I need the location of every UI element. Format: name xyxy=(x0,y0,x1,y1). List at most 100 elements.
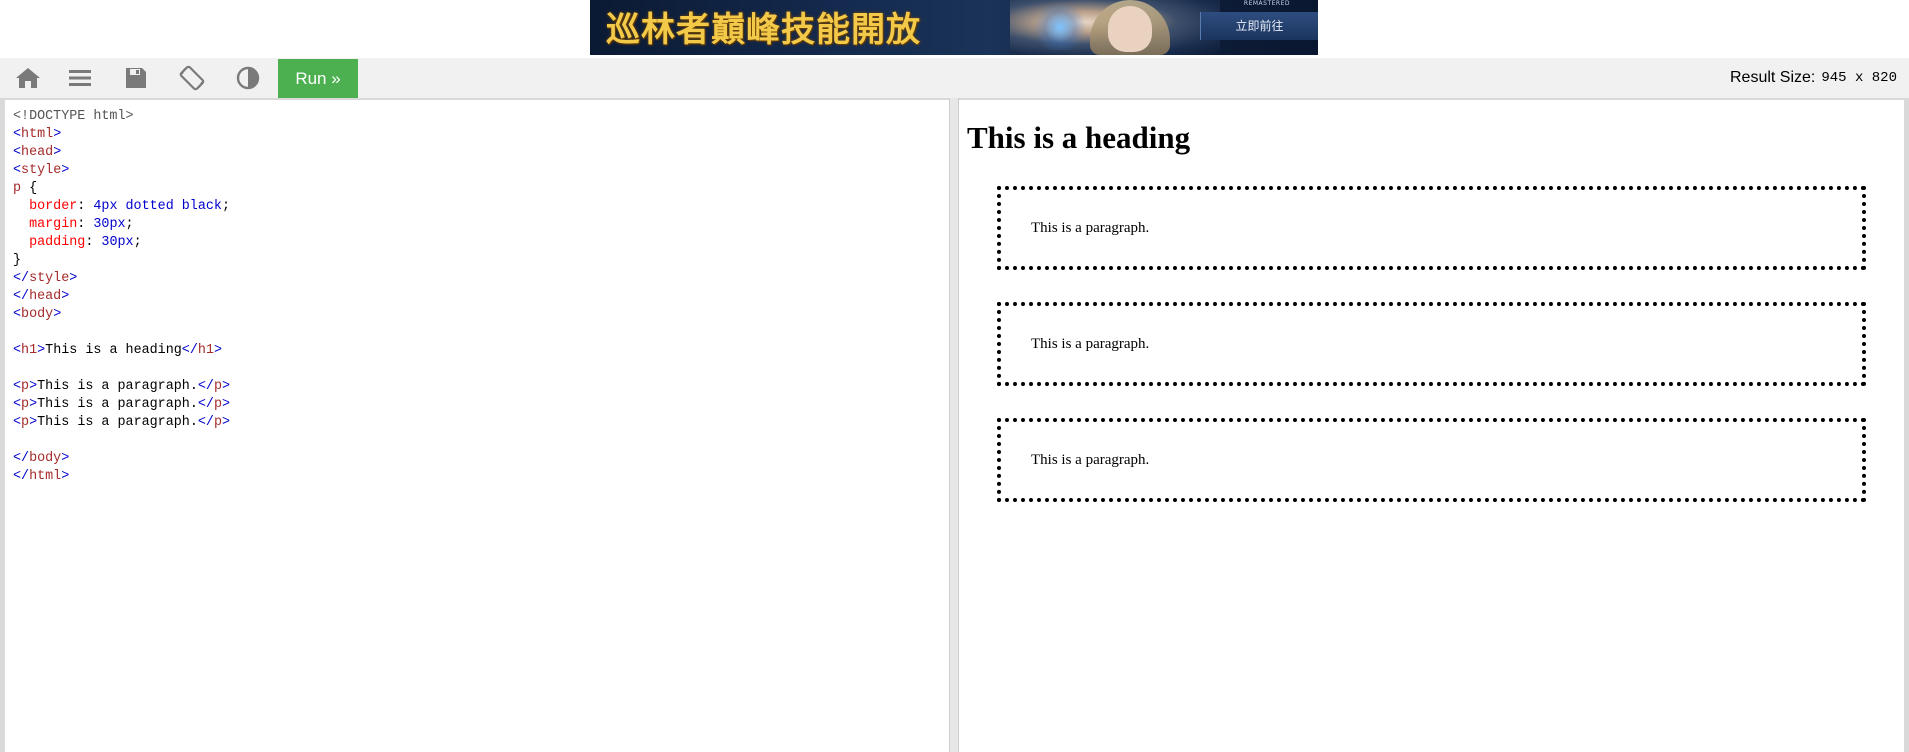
code-token: 30px xyxy=(93,217,126,232)
save-button[interactable] xyxy=(108,58,164,98)
result-paragraph: This is a paragraph. xyxy=(997,418,1866,502)
code-token: p xyxy=(213,415,222,430)
code-token: : xyxy=(77,217,94,232)
toolbar: Run » Result Size: 945 x 820 xyxy=(0,58,1909,98)
code-editor[interactable]: <!DOCTYPE html> <html> <head> <style> p { bo… xyxy=(4,100,949,752)
ad-cta-button[interactable]: 立即前往 xyxy=(1200,12,1318,40)
code-token: > xyxy=(221,397,231,412)
code-line: <head> xyxy=(13,144,230,162)
code-token: > xyxy=(221,379,231,394)
code-token: > xyxy=(37,343,46,358)
save-icon xyxy=(126,68,146,88)
code-token: ; xyxy=(133,235,142,250)
code-token: This is a paragraph. xyxy=(37,415,198,430)
rotate-button[interactable] xyxy=(164,58,220,98)
code-line: padding: 30px; xyxy=(13,234,230,252)
home-icon xyxy=(16,68,40,88)
result-paragraph: This is a paragraph. xyxy=(997,186,1866,270)
code-line: border: 4px dotted black; xyxy=(13,198,230,216)
code-token: html xyxy=(29,469,62,484)
code-token: border xyxy=(29,199,78,214)
code-token: : xyxy=(85,235,102,250)
code-token: < xyxy=(13,343,22,358)
code-token: > xyxy=(69,271,78,286)
code-token: > xyxy=(61,163,70,178)
code-token: body xyxy=(29,451,62,466)
code-token: } xyxy=(13,253,22,268)
code-token: padding xyxy=(29,235,86,250)
result-size: Result Size: 945 x 820 xyxy=(1730,58,1897,98)
code-token: margin xyxy=(29,217,78,232)
ad-banner[interactable]: 巡林者巔峰技能開放 REMASTERED 立即前往 xyxy=(590,0,1318,55)
code-token: { xyxy=(21,181,38,196)
ad-character-image xyxy=(1010,0,1220,55)
result-size-label: Result Size: xyxy=(1730,69,1816,86)
panel-divider[interactable] xyxy=(949,98,959,752)
code-token: p xyxy=(13,181,22,196)
code-token: > xyxy=(221,415,231,430)
code-line: p { xyxy=(13,180,230,198)
code-line: <!DOCTYPE html> xyxy=(13,108,230,126)
code-token: </ xyxy=(181,343,198,358)
code-token: : xyxy=(77,199,94,214)
code-token: < xyxy=(13,397,22,412)
code-token: p xyxy=(213,379,222,394)
code-token: > xyxy=(213,343,222,358)
code-token: This is a paragraph. xyxy=(37,397,198,412)
code-line: <h1>This is a heading</h1> xyxy=(13,342,230,360)
code-line: <style> xyxy=(13,162,230,180)
code-token: ; xyxy=(221,199,230,214)
code-token: > xyxy=(61,451,70,466)
code-token: 30px xyxy=(101,235,134,250)
code-token: < xyxy=(13,307,22,322)
code-token: h1 xyxy=(197,343,214,358)
menu-button[interactable] xyxy=(52,58,108,98)
code-token: p xyxy=(21,379,30,394)
code-token: p xyxy=(213,397,222,412)
code-token: </ xyxy=(13,271,30,286)
code-line: <html> xyxy=(13,126,230,144)
result-size-value: 945 x 820 xyxy=(1821,70,1897,86)
ad-title: 巡林者巔峰技能開放 xyxy=(606,10,921,50)
code-token: h1 xyxy=(21,343,38,358)
code-line: margin: 30px; xyxy=(13,216,230,234)
ad-area: 巡林者巔峰技能開放 REMASTERED 立即前往 xyxy=(0,0,1909,58)
theme-button[interactable] xyxy=(220,58,276,98)
contrast-icon xyxy=(236,66,260,90)
code-token: </ xyxy=(197,415,214,430)
code-token: < xyxy=(13,163,22,178)
code-token: </ xyxy=(197,379,214,394)
code-token: <!DOCTYPE html> xyxy=(13,109,134,124)
code-token: style xyxy=(29,271,70,286)
code-line: </body> xyxy=(13,450,230,468)
result-heading: This is a heading xyxy=(967,120,1191,155)
code-token: > xyxy=(53,127,62,142)
code-line: <p>This is a paragraph.</p> xyxy=(13,396,230,414)
code-token: </ xyxy=(197,397,214,412)
code-token: < xyxy=(13,415,22,430)
ad-small-text: REMASTERED xyxy=(1243,0,1290,7)
code-token: </ xyxy=(13,469,30,484)
ad-character-face xyxy=(1108,6,1152,52)
code-line: <p>This is a paragraph.</p> xyxy=(13,414,230,432)
code-token: ; xyxy=(125,217,134,232)
code-token: This is a heading xyxy=(45,343,182,358)
code-token: style xyxy=(21,163,62,178)
code-text[interactable]: <!DOCTYPE html> <html> <head> <style> p { bo… xyxy=(13,108,230,486)
code-line: </html> xyxy=(13,468,230,486)
code-token: < xyxy=(13,127,22,142)
home-button[interactable] xyxy=(0,58,56,98)
code-line: </style> xyxy=(13,270,230,288)
code-token: html xyxy=(21,127,54,142)
code-token: head xyxy=(21,145,54,160)
rotate-icon xyxy=(179,65,205,91)
code-token: > xyxy=(29,397,38,412)
ad-glow xyxy=(1030,5,1090,50)
code-token: p xyxy=(21,415,30,430)
run-button[interactable]: Run » xyxy=(278,59,358,98)
code-token: > xyxy=(29,379,38,394)
